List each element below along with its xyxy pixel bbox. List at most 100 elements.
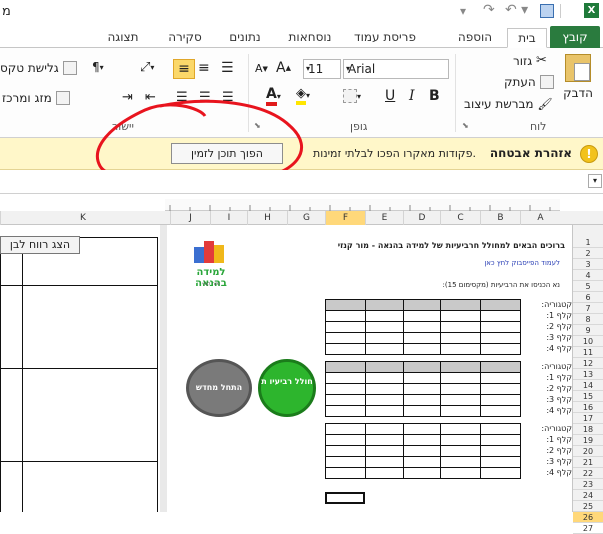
row-header[interactable]: 8 [573,314,603,325]
row-header[interactable]: 20 [573,446,603,457]
rtl-button[interactable]: ¶ ▾ [92,60,104,74]
chevron-down-icon[interactable]: ▾ [588,174,602,188]
row-header-selected[interactable]: 26 [573,512,603,523]
row-header[interactable]: 6 [573,292,603,303]
font-name-value: Arial [348,62,376,76]
column-header[interactable]: K [0,211,165,225]
merge-center-button[interactable]: מזג ומרכז [2,91,70,105]
row-header[interactable]: 13 [573,369,603,380]
column-header[interactable]: H [247,211,287,225]
category-label: קטגוריה: [541,300,572,309]
shrink-font-button[interactable]: A ▼ [255,62,268,75]
card-label: קלף 3: [546,457,572,466]
orientation-button[interactable]: ⤢ ▾ [140,60,154,75]
formula-bar[interactable]: ▾ [0,170,603,194]
tab-insert[interactable]: הוספה [450,28,500,48]
books-icon [194,239,226,263]
row-header[interactable]: 1 [573,237,603,248]
left-table-border [0,237,158,512]
scissors-icon: ✂ [535,53,547,68]
grow-font-button[interactable]: A ▲ [276,60,291,76]
row-header[interactable]: 15 [573,391,603,402]
category-label: קטגוריה: [541,362,572,371]
tab-review[interactable]: סקירה [160,28,210,48]
row-header[interactable]: 7 [573,303,603,314]
left-table-line [0,461,158,462]
page-gap [160,225,167,512]
italic-button[interactable]: I [409,88,415,104]
cut-button[interactable]: גזור ✂ [513,53,547,68]
column-header[interactable]: E [365,211,403,225]
merge-icon [55,91,70,105]
column-header[interactable]: D [403,211,440,225]
row-header[interactable]: 11 [573,347,603,358]
column-header[interactable]: B [480,211,520,225]
row-header[interactable]: 23 [573,479,603,490]
redo-icon[interactable]: ↷ [483,2,495,18]
border-icon [343,89,357,103]
row-header[interactable]: 24 [573,490,603,501]
column-header[interactable]: G [287,211,325,225]
row-header[interactable]: 22 [573,468,603,479]
row-header[interactable]: 21 [573,457,603,468]
align-bottom-button[interactable]: ≡ [173,59,195,79]
ribbon-tabs: קובץ בית הוספה פריסת עמוד נוסחאות נתונים… [0,24,603,48]
font-size-combo[interactable]: 11 ▾ [303,59,341,79]
row-headers: 1 2 3 4 5 6 7 8 9 10 11 12 13 14 15 16 17 18 19 20 21 22 23 24 2… [572,225,603,534]
row-header[interactable]: 12 [573,358,603,369]
font-name-combo[interactable]: Arial ▾ [343,59,449,79]
tab-view[interactable]: תצוגה [98,28,148,48]
copy-button[interactable]: העתק [504,75,554,89]
tab-data[interactable]: נתונים [220,28,270,48]
row-header[interactable]: 18 [573,424,603,435]
undo-icon[interactable]: ↶ ▾ [505,2,528,18]
align-middle-button[interactable]: ≡ [198,60,210,76]
restart-button[interactable]: התחל מחדש [186,359,252,417]
row-header[interactable]: 4 [573,270,603,281]
row-header[interactable]: 3 [573,259,603,270]
row-header[interactable]: 17 [573,413,603,424]
generate-quartets-button[interactable]: חולל רביעיו ת [258,359,316,417]
row-header[interactable]: 19 [573,435,603,446]
clipboard-launcher-icon[interactable]: ⬊ [462,121,469,130]
active-cell[interactable] [325,492,365,504]
column-header[interactable]: I [210,211,247,225]
quartet-table-2 [325,361,521,417]
tab-file[interactable]: קובץ [550,26,600,48]
row-header[interactable]: 16 [573,402,603,413]
borders-button[interactable]: ▾ [343,89,361,103]
row-header[interactable]: 9 [573,325,603,336]
qat-dropdown-icon[interactable]: ▾ [460,4,466,18]
show-whitespace-button[interactable]: הצג רווח לבן [0,236,80,254]
underline-button[interactable]: U [385,88,395,104]
row-header[interactable]: 14 [573,380,603,391]
facebook-link[interactable]: לעמוד הפייסבוק לחץ כאן [380,259,560,267]
row-header[interactable]: 2 [573,248,603,259]
tab-page-layout[interactable]: פריסת עמוד [350,28,420,48]
card-label: קלף 1: [546,435,572,444]
row-header[interactable]: 5 [573,281,603,292]
left-table-line [0,368,158,369]
wrap-text-button[interactable]: גלישת טקס [0,61,77,75]
worksheet[interactable]: הצג רווח לבן ברוכים הבאים למחולל חרביעיו… [0,225,572,512]
logo-subtext: מור קנזי [202,281,220,287]
card-label: קלף 1: [546,373,572,382]
align-top-button[interactable]: ☰ [221,60,234,76]
column-header[interactable]: J [170,211,210,225]
tab-formulas[interactable]: נוסחאות [280,28,340,48]
left-table-divider [22,237,23,512]
save-icon[interactable] [540,4,554,18]
row-header[interactable]: 27 [573,523,603,534]
column-header[interactable]: C [440,211,480,225]
column-header-selected[interactable]: F [325,211,365,225]
copy-label: העתק [504,75,536,89]
row-header[interactable]: 25 [573,501,603,512]
format-painter-button[interactable]: מברשת עיצוב 🖌 [464,97,553,111]
paste-button[interactable]: הדבק [560,54,596,100]
tab-home[interactable]: בית [507,28,547,48]
row-header[interactable]: 10 [573,336,603,347]
bold-button[interactable]: B [429,88,440,104]
font-size-value: 11 [308,62,324,76]
security-warning-title: אזהרת אבטחה [489,146,572,160]
column-header[interactable]: A [520,211,560,225]
